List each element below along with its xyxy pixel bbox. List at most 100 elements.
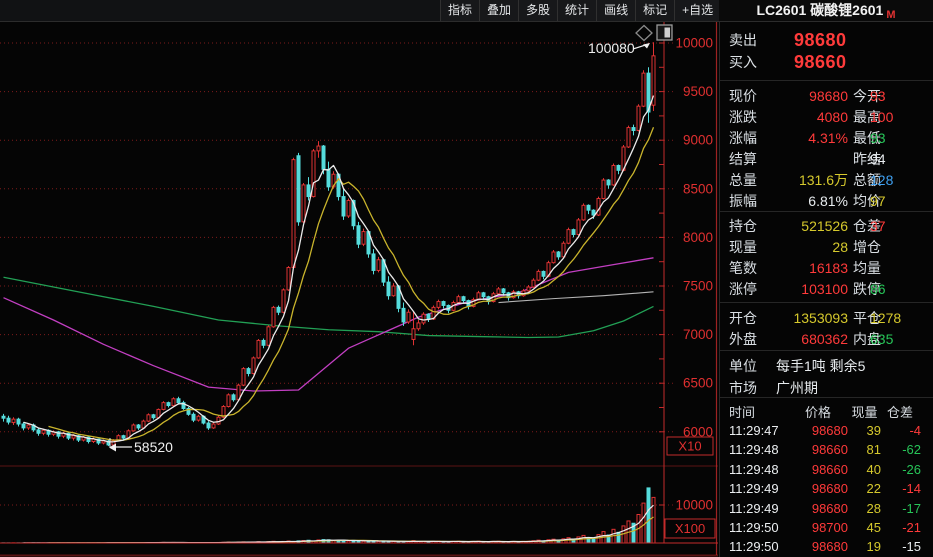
candle-body bbox=[632, 128, 635, 131]
field-value: 28 bbox=[772, 237, 848, 257]
candle-body bbox=[552, 252, 555, 263]
tape-list[interactable]: 11:29:479868039-411:29:489866081-6211:29… bbox=[720, 421, 933, 557]
candle-body bbox=[527, 287, 530, 291]
panel-divider bbox=[720, 350, 933, 351]
candle-body bbox=[307, 185, 310, 197]
field-label: 均量 bbox=[853, 258, 881, 278]
field-value: 4080 bbox=[772, 107, 848, 127]
toolbar-button-统计[interactable]: 统计 bbox=[557, 0, 596, 21]
toolbar-buttons: 指标叠加多股统计画线标记+自选返回 bbox=[440, 0, 760, 21]
tape-header-cell: 价格 bbox=[788, 403, 848, 422]
volume-axis-label: 10000 bbox=[675, 498, 713, 513]
tape-row: 11:29:479868039-4 bbox=[720, 421, 933, 440]
panel-divider bbox=[720, 397, 933, 398]
field-value: 6.81% bbox=[772, 191, 848, 211]
ma-line-white bbox=[24, 96, 654, 442]
tape-qty: 39 bbox=[848, 421, 881, 440]
contract-title: LC2601 碳酸锂2601 bbox=[756, 2, 883, 18]
field-value: 1353093 bbox=[772, 308, 848, 328]
candle-body bbox=[577, 220, 580, 235]
toolbar-button-画线[interactable]: 画线 bbox=[596, 0, 635, 21]
volume-ma-white bbox=[24, 505, 654, 543]
tape-time: 11:29:49 bbox=[729, 479, 779, 498]
candle-body bbox=[392, 286, 395, 296]
toolbar-button-叠加[interactable]: 叠加 bbox=[479, 0, 518, 21]
candle-body bbox=[162, 403, 165, 410]
x100-label: X100 bbox=[675, 521, 705, 536]
tape-qty: 22 bbox=[848, 479, 881, 498]
price-axis-label: 7500 bbox=[683, 279, 713, 294]
candle-body bbox=[247, 369, 250, 374]
candle-body bbox=[27, 425, 30, 428]
price-axis-label: 10000 bbox=[675, 36, 713, 51]
window-title: LC2601 碳酸锂2601M bbox=[719, 0, 933, 21]
candle-body bbox=[422, 314, 425, 323]
field-value: 16183 bbox=[772, 258, 848, 278]
price-axis-label: 8500 bbox=[683, 181, 713, 196]
tape-row: 11:29:509868019-15 bbox=[720, 537, 933, 556]
candle-body bbox=[22, 424, 25, 428]
toolbar-button-多股[interactable]: 多股 bbox=[518, 0, 557, 21]
tape-qty: 28 bbox=[848, 499, 881, 518]
candle-body bbox=[42, 430, 45, 433]
tape-delta: -17 bbox=[879, 499, 921, 518]
x10-label: X10 bbox=[678, 439, 701, 454]
tape-qty: 81 bbox=[848, 440, 881, 459]
window-icon-fill bbox=[665, 28, 671, 38]
tape-price: 98660 bbox=[788, 460, 848, 479]
candle-body bbox=[582, 205, 585, 220]
tape-row: 11:29:509870045-21 bbox=[720, 518, 933, 537]
candle-body bbox=[37, 430, 40, 433]
toolbar: 指标叠加多股统计画线标记+自选返回 LC2601 碳酸锂2601M bbox=[0, 0, 933, 22]
tape-row: 11:29:49 9868028-17 bbox=[720, 499, 933, 518]
candle-body bbox=[502, 289, 505, 293]
tape-price: 98660 bbox=[788, 440, 848, 459]
candle-body bbox=[612, 165, 615, 184]
toolbar-button-标记[interactable]: 标记 bbox=[635, 0, 674, 21]
price-axis-label: 9000 bbox=[683, 133, 713, 148]
candle-body bbox=[442, 302, 445, 306]
field-value: 680362 bbox=[772, 329, 848, 349]
panel-divider bbox=[720, 302, 933, 303]
field-label: 市场 bbox=[729, 378, 757, 398]
candle-body bbox=[357, 226, 360, 244]
candle-body bbox=[537, 271, 540, 280]
candle-body bbox=[387, 282, 390, 296]
candle-body bbox=[262, 340, 265, 345]
tape-time: 11:29:49 bbox=[729, 499, 779, 518]
panel-divider bbox=[720, 80, 933, 81]
toolbar-button-指标[interactable]: 指标 bbox=[440, 0, 479, 21]
tape-price: 98680 bbox=[788, 499, 848, 518]
candle-body bbox=[197, 416, 200, 420]
tape-qty: 40 bbox=[848, 460, 881, 479]
diamond-icon[interactable] bbox=[636, 26, 652, 41]
field-value: 131.6万 bbox=[772, 170, 848, 190]
candle-body bbox=[562, 243, 565, 257]
candle-body bbox=[437, 302, 440, 308]
tape-delta: -14 bbox=[879, 479, 921, 498]
candle-body bbox=[212, 424, 215, 428]
field-label: 单位 bbox=[729, 356, 757, 376]
tape-price: 98680 bbox=[788, 421, 848, 440]
candle-body bbox=[227, 395, 230, 407]
tape-header-cell: 仓差 bbox=[879, 403, 921, 422]
candle-body bbox=[637, 106, 640, 130]
bid-price: 98660 bbox=[794, 52, 847, 72]
price-axis-label: 8000 bbox=[683, 230, 713, 245]
panel-divider bbox=[720, 211, 933, 212]
candle-body bbox=[557, 252, 560, 257]
tape-time: 11:29:50 bbox=[729, 537, 779, 556]
minute-badge: M bbox=[886, 9, 895, 21]
candle-body bbox=[592, 210, 595, 215]
tape-delta: -21 bbox=[879, 518, 921, 537]
candle-body bbox=[607, 180, 610, 185]
field-label: 涨跌 bbox=[729, 107, 757, 127]
field-label: 现价 bbox=[729, 86, 757, 106]
candle-body bbox=[407, 312, 410, 322]
field-label: 涨幅 bbox=[729, 128, 757, 148]
candle-body bbox=[567, 230, 570, 244]
toolbar-button-+自选[interactable]: +自选 bbox=[674, 0, 720, 21]
candle-body bbox=[292, 160, 295, 268]
candlestick-chart[interactable]: 1000095009000850080007500700065006000100… bbox=[0, 22, 718, 557]
candle-body bbox=[342, 197, 345, 216]
